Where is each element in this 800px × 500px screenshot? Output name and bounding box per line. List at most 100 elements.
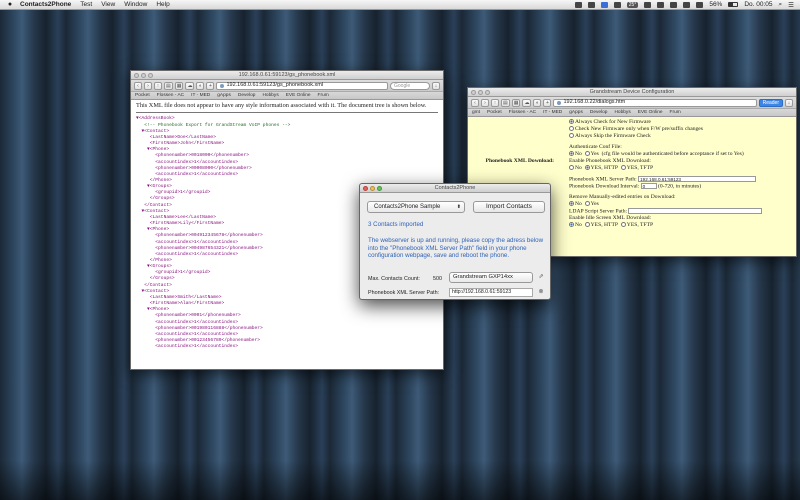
icloud-button[interactable]: ☁ <box>185 81 195 90</box>
ldap-input[interactable] <box>628 208 763 214</box>
contact-source-value: Contacts2Phone Sample <box>374 204 441 210</box>
add-tab-button[interactable]: + <box>543 98 552 107</box>
bookmark-item[interactable]: Flossen - AC <box>157 93 184 98</box>
menu-test[interactable]: Test <box>80 1 92 8</box>
share-button[interactable]: ↑ <box>491 98 499 107</box>
import-contacts-button[interactable]: Import Contacts <box>473 201 545 213</box>
server-path-field[interactable]: http://192.168.0.61:59123 <box>449 288 533 297</box>
bookmark-item[interactable]: Hobbys <box>262 93 278 98</box>
bluetooth-icon[interactable] <box>670 1 678 8</box>
menu-view[interactable]: View <box>101 1 115 8</box>
download-no-radio[interactable] <box>569 165 574 170</box>
spotlight-icon[interactable]: ⌕ <box>779 1 783 9</box>
bookmark-item[interactable]: gApps <box>569 110 583 115</box>
close-button[interactable] <box>471 90 476 95</box>
bookmark-item[interactable]: Develop <box>590 110 608 115</box>
sidebar-button[interactable]: ▤ <box>501 98 510 107</box>
bookmark-item[interactable]: IT - MED <box>191 93 210 98</box>
idle-http-radio[interactable] <box>584 222 590 227</box>
bookmark-item[interactable]: Flossen - AC <box>509 110 536 115</box>
open-browser-icon[interactable]: ⇗ <box>537 273 545 281</box>
forward-button[interactable]: › <box>481 98 489 107</box>
add-tab-button[interactable]: + <box>206 81 215 90</box>
menu-window[interactable]: Window <box>124 1 147 8</box>
back-button[interactable]: ‹ <box>134 81 142 90</box>
firmware-skip-radio[interactable] <box>569 133 574 138</box>
server-path-input[interactable]: 192.168.0.61:59123 <box>638 176 757 182</box>
idle-tftp-radio[interactable] <box>620 222 626 227</box>
bookmark-item[interactable]: IT - MED <box>543 110 562 115</box>
xml-style-notice: This XML file does not appear to have an… <box>136 102 438 114</box>
minimize-button[interactable] <box>141 73 146 78</box>
idle-no-radio[interactable] <box>569 222 574 227</box>
downloads-button[interactable]: ↓ <box>432 81 440 90</box>
topsites-button[interactable]: ▦ <box>511 98 521 107</box>
temperature-badge[interactable]: 25° <box>626 1 639 8</box>
firmware-always-radio[interactable] <box>569 119 574 124</box>
back-button[interactable]: ‹ <box>471 98 479 107</box>
battery-icon[interactable] <box>728 2 739 7</box>
volume-icon[interactable] <box>696 1 704 8</box>
bookmark-item[interactable]: EVE Online <box>638 110 663 115</box>
download-tftp-radio[interactable] <box>620 165 626 170</box>
topsites-button[interactable]: ▦ <box>174 81 184 90</box>
phone-model-select[interactable]: Grandstream GXP14xx <box>449 272 533 283</box>
reader-button[interactable]: Reader <box>758 98 783 107</box>
idle-screen-label: Enable Idle Screen XML Download: <box>569 215 652 221</box>
address-bar[interactable]: 192.168.0.22/dialogs.htm <box>553 98 757 107</box>
copy-link-icon[interactable]: ⊗ <box>537 288 545 296</box>
auth-no-radio[interactable] <box>569 151 574 156</box>
wifi-icon[interactable] <box>683 1 691 8</box>
bookmark-item[interactable]: Frum <box>318 93 329 98</box>
bookmark-item[interactable]: Pocket <box>135 93 150 98</box>
remove-no-radio[interactable] <box>569 201 574 206</box>
firmware-prefix-radio[interactable] <box>569 126 574 131</box>
search-field[interactable]: Google <box>390 81 430 90</box>
bookmark-item[interactable]: EVE Online <box>286 93 311 98</box>
bookmark-item[interactable]: Hobbys <box>614 110 630 115</box>
bookmark-item[interactable]: Frum <box>670 110 681 115</box>
bookmark-item[interactable]: Develop <box>238 93 256 98</box>
auth-yes-radio[interactable] <box>584 151 590 156</box>
minimize-button[interactable] <box>478 90 483 95</box>
dropbox-icon[interactable] <box>587 1 595 8</box>
gs-window-titlebar[interactable]: Grandstream Device Configuration <box>468 88 796 97</box>
address-bar[interactable]: 192.168.0.61:59123/gs_phonebook.xml <box>216 81 388 90</box>
yes-label: Yes <box>590 151 599 157</box>
dialog-titlebar[interactable]: Contacts2Phone <box>360 184 550 193</box>
contact-source-select[interactable]: Contacts2Phone Sample ⬍ <box>367 201 465 213</box>
extension-button[interactable]: ◐ <box>533 98 542 107</box>
share-button[interactable]: ↑ <box>154 81 162 90</box>
clock[interactable]: Do. 00:05 <box>744 1 772 8</box>
display-icon[interactable] <box>644 1 652 8</box>
contacts2phone-status-icon[interactable] <box>600 1 608 8</box>
time-machine-icon[interactable] <box>657 1 665 8</box>
close-button[interactable] <box>363 186 368 191</box>
status-app-icon[interactable] <box>574 1 582 8</box>
xml-window-titlebar[interactable]: 192.168.0.61:59123/gs_phonebook.xml <box>131 71 443 80</box>
apple-menu-icon[interactable]: ● <box>0 1 20 8</box>
menu-app-name[interactable]: Contacts2Phone <box>20 1 71 8</box>
interval-input[interactable]: 0 <box>640 183 657 189</box>
menu-help[interactable]: Help <box>156 1 169 8</box>
bookmarks-bar: gmt Pocket Flossen - AC IT - MED gApps D… <box>468 109 796 117</box>
bookmark-item[interactable]: gmt <box>472 110 480 115</box>
sidebar-button[interactable]: ▤ <box>164 81 173 90</box>
zoom-button[interactable] <box>148 73 153 78</box>
downloads-button[interactable]: ↓ <box>785 98 793 107</box>
icloud-button[interactable]: ☁ <box>522 98 532 107</box>
bookmark-item[interactable]: gApps <box>217 93 231 98</box>
forward-button[interactable]: › <box>144 81 152 90</box>
cloud-icon[interactable] <box>613 1 621 8</box>
remove-yes-radio[interactable] <box>584 201 590 206</box>
close-button[interactable] <box>134 73 139 78</box>
zoom-button[interactable] <box>377 186 382 191</box>
max-contacts-label: Max. Contacts Count: <box>368 276 420 282</box>
notification-center-icon[interactable]: ☰ <box>788 1 794 9</box>
zoom-button[interactable] <box>485 90 490 95</box>
extension-button[interactable]: ◐ <box>196 81 205 90</box>
bookmark-item[interactable]: Pocket <box>487 110 502 115</box>
max-contacts-value[interactable]: 500 <box>433 276 442 282</box>
download-http-radio[interactable] <box>584 165 590 170</box>
minimize-button[interactable] <box>370 186 375 191</box>
